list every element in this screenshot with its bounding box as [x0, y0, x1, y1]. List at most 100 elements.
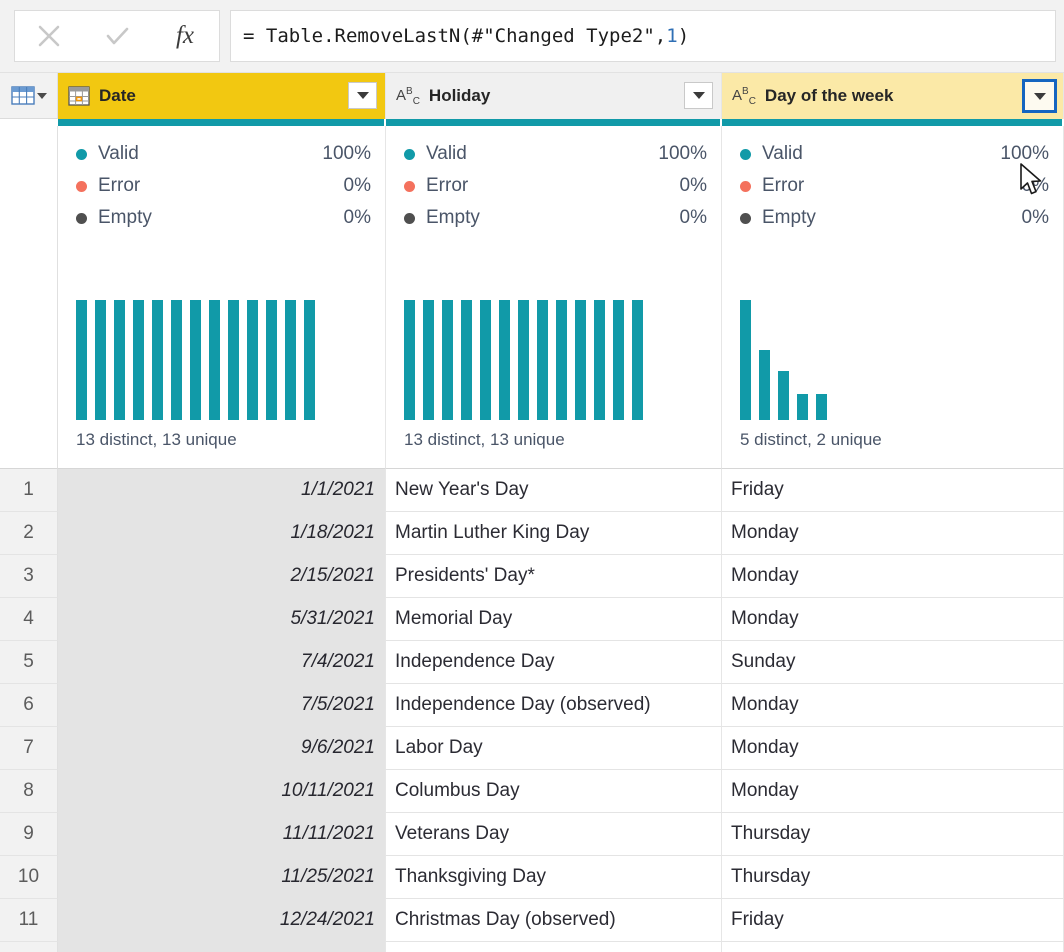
cell-date[interactable]: 11/11/2021 — [58, 813, 386, 856]
quality-line-empty: Empty 0% — [404, 202, 707, 234]
formula-bar: fx = Table.RemoveLastN(#"Changed Type2",… — [0, 0, 1064, 72]
cell-holiday[interactable]: Thanksgiving Day — [386, 856, 722, 899]
table-row[interactable]: 8 10/11/2021 Columbus Day Monday — [0, 770, 1064, 813]
column-filter-dropdown-3[interactable] — [1022, 79, 1057, 113]
cell-day-of-week[interactable]: Monday — [722, 727, 1064, 770]
row-number[interactable]: 6 — [0, 684, 58, 727]
value-distribution-histogram[interactable] — [740, 300, 827, 420]
cell-holiday[interactable]: Memorial Day — [386, 598, 722, 641]
cell-date[interactable]: 2/15/2021 — [58, 555, 386, 598]
histogram-bar — [76, 300, 87, 420]
cell-holiday[interactable]: Independence Day — [386, 641, 722, 684]
fx-button[interactable]: fx — [157, 11, 213, 61]
table-row[interactable]: 5 7/4/2021 Independence Day Sunday — [0, 641, 1064, 684]
column-header-date[interactable]: Date — [58, 73, 386, 119]
cell-day-of-week[interactable]: Sunday — [722, 641, 1064, 684]
column-filter-dropdown-2[interactable] — [684, 82, 713, 109]
column-quality-bar — [386, 119, 722, 126]
table-row[interactable]: 4 5/31/2021 Memorial Day Monday — [0, 598, 1064, 641]
histogram-bar — [740, 300, 751, 420]
cell-date[interactable]: 1/18/2021 — [58, 512, 386, 555]
cell-day-of-week[interactable]: Monday — [722, 770, 1064, 813]
value-distribution-histogram[interactable] — [404, 300, 643, 420]
select-all-columns-button[interactable] — [0, 73, 58, 119]
value-distribution-histogram[interactable] — [76, 300, 315, 420]
accept-formula-button[interactable] — [89, 11, 145, 61]
row-number[interactable]: 7 — [0, 727, 58, 770]
cell-day-of-week[interactable]: Monday — [722, 555, 1064, 598]
quality-line-valid: Valid 100% — [404, 138, 707, 170]
column-filter-dropdown-1[interactable] — [348, 82, 377, 109]
table-row[interactable]: 3 2/15/2021 Presidents' Day* Monday — [0, 555, 1064, 598]
histogram-bar — [442, 300, 453, 420]
row-number[interactable]: 11 — [0, 899, 58, 942]
cell-holiday[interactable]: Presidents' Day* — [386, 555, 722, 598]
quality-line-valid: Valid 100% — [76, 138, 371, 170]
column-header-holiday[interactable]: ABC Holiday — [386, 73, 722, 119]
row-number[interactable]: 1 — [0, 469, 58, 512]
quality-percent: 100% — [322, 143, 371, 164]
table-row[interactable]: 9 11/11/2021 Veterans Day Thursday — [0, 813, 1064, 856]
quality-label: Valid — [762, 143, 803, 164]
quality-percent: 0% — [343, 207, 371, 228]
table-row[interactable]: 6 7/5/2021 Independence Day (observed) Mond… — [0, 684, 1064, 727]
row-number[interactable]: 9 — [0, 813, 58, 856]
histogram-bar — [632, 300, 643, 420]
cell-holiday[interactable]: Labor Day — [386, 727, 722, 770]
histogram-bar — [247, 300, 258, 420]
histogram-bar — [759, 350, 770, 420]
quality-dot-valid — [740, 148, 751, 160]
histogram-bar — [594, 300, 605, 420]
row-number[interactable]: 4 — [0, 598, 58, 641]
quality-percent: 100% — [1000, 143, 1049, 164]
text-abc-icon: ABC — [732, 85, 756, 107]
column-header-day-of-the-week[interactable]: ABC Day of the week — [722, 73, 1064, 119]
quality-dot-empty — [740, 212, 751, 224]
cell-day-of-week[interactable]: Friday — [722, 899, 1064, 942]
distinct-unique-text: 5 distinct, 2 unique — [740, 430, 882, 449]
cell-date[interactable]: 11/25/2021 — [58, 856, 386, 899]
cell-holiday[interactable]: Independence Day (observed) — [386, 684, 722, 727]
table-row[interactable]: 10 11/25/2021 Thanksgiving Day Thursday — [0, 856, 1064, 899]
cell-date[interactable]: 9/6/2021 — [58, 727, 386, 770]
chevron-down-icon — [36, 92, 47, 99]
histogram-bar — [95, 300, 106, 420]
cell-date[interactable]: 5/31/2021 — [58, 598, 386, 641]
quality-percent: 0% — [343, 175, 371, 196]
cell-day-of-week[interactable]: Thursday — [722, 856, 1064, 899]
cell-holiday[interactable]: Veterans Day — [386, 813, 722, 856]
cell-date[interactable]: 7/4/2021 — [58, 641, 386, 684]
table-row[interactable]: 11 12/24/2021 Christmas Day (observed) Frid… — [0, 899, 1064, 942]
row-number[interactable]: 3 — [0, 555, 58, 598]
row-number[interactable]: 10 — [0, 856, 58, 899]
quality-dot-valid — [404, 148, 415, 160]
quality-label: Valid — [98, 143, 139, 164]
cell-holiday[interactable]: Martin Luther King Day — [386, 512, 722, 555]
column-quality-underline — [58, 119, 1064, 126]
cell-holiday[interactable]: New Year's Day — [386, 469, 722, 512]
table-row[interactable]: 7 9/6/2021 Labor Day Monday — [0, 727, 1064, 770]
fx-icon: fx — [175, 22, 195, 49]
histogram-bar — [480, 300, 491, 420]
cell-date[interactable]: 10/11/2021 — [58, 770, 386, 813]
cell-day-of-week[interactable]: Thursday — [722, 813, 1064, 856]
quality-label: Empty — [762, 207, 816, 228]
row-number[interactable]: 5 — [0, 641, 58, 684]
cancel-formula-button[interactable] — [21, 11, 77, 61]
column-profile-row: Valid 100% Error 0% Empty 0% 13 distinct, 13 u… — [0, 126, 1064, 469]
formula-input[interactable]: = Table.RemoveLastN(#"Changed Type2",1) — [230, 10, 1056, 62]
cell-day-of-week[interactable]: Monday — [722, 598, 1064, 641]
quality-percent: 0% — [679, 175, 707, 196]
table-row[interactable]: 2 1/18/2021 Martin Luther King Day Monday — [0, 512, 1064, 555]
cell-date[interactable]: 1/1/2021 — [58, 469, 386, 512]
cell-holiday[interactable]: Columbus Day — [386, 770, 722, 813]
row-number[interactable]: 2 — [0, 512, 58, 555]
cell-date[interactable]: 12/24/2021 — [58, 899, 386, 942]
table-row[interactable]: 1 1/1/2021 New Year's Day Friday — [0, 469, 1064, 512]
cell-date[interactable]: 7/5/2021 — [58, 684, 386, 727]
row-number[interactable]: 8 — [0, 770, 58, 813]
cell-day-of-week[interactable]: Friday — [722, 469, 1064, 512]
cell-day-of-week[interactable]: Monday — [722, 684, 1064, 727]
cell-holiday[interactable]: Christmas Day (observed) — [386, 899, 722, 942]
cell-day-of-week[interactable]: Monday — [722, 512, 1064, 555]
